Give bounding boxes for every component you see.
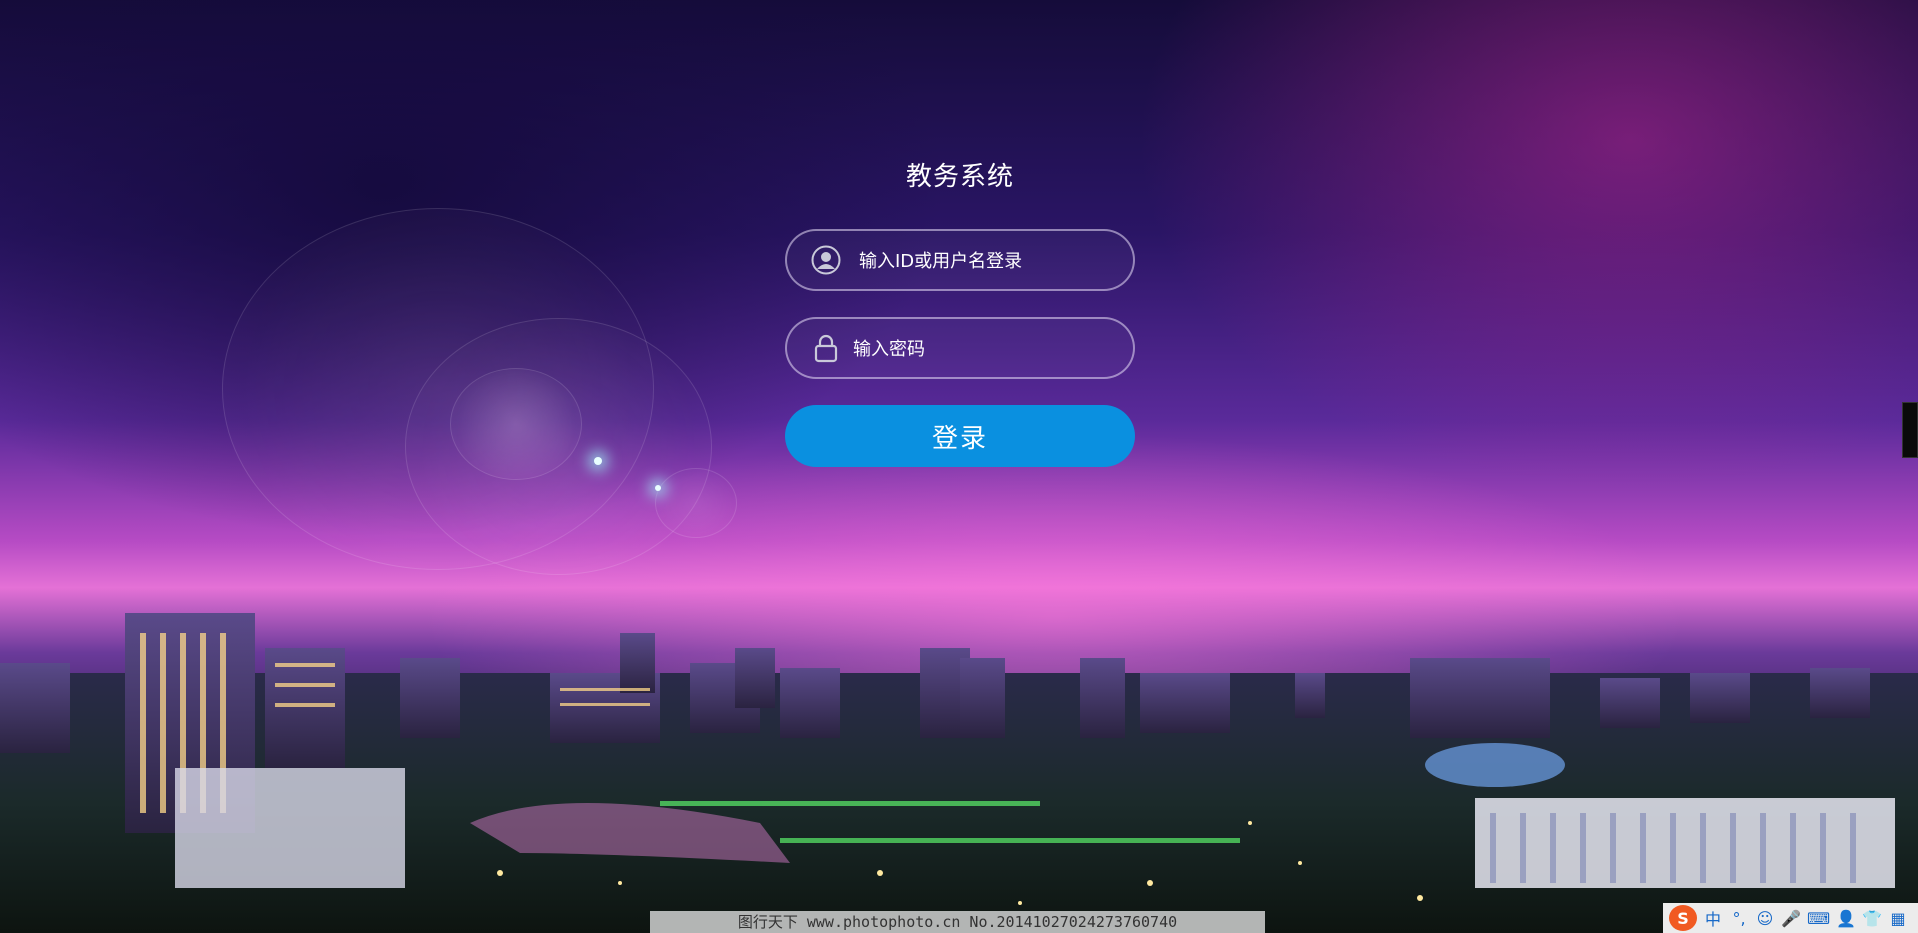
lock-icon	[814, 334, 838, 363]
username-input[interactable]	[857, 231, 1121, 291]
page-title: 教务系统	[905, 162, 1014, 192]
user-icon	[811, 245, 841, 275]
ime-toolbar: S 中 °, ☺ 🎤 ⌨ 👤 👕 ▦	[1663, 903, 1918, 933]
user-icon[interactable]: 👤	[1836, 907, 1856, 929]
city-skyline-background	[0, 553, 1918, 933]
password-input[interactable]	[851, 319, 1115, 379]
ime-logo-icon[interactable]: S	[1669, 905, 1697, 931]
ime-mode-toggle[interactable]: 中	[1703, 907, 1723, 929]
light-spark	[655, 485, 661, 491]
lens-flare	[655, 468, 737, 538]
skin-icon[interactable]: 👕	[1862, 907, 1882, 929]
login-button[interactable]: 登录	[785, 405, 1135, 467]
watermark-text: 图行天下 www.photophoto.cn No.20141027024273…	[650, 911, 1265, 933]
password-field[interactable]	[785, 317, 1135, 379]
keyboard-icon[interactable]: ⌨	[1807, 907, 1830, 929]
side-widget[interactable]	[1902, 402, 1918, 458]
emoji-icon[interactable]: ☺	[1755, 907, 1775, 929]
microphone-icon[interactable]: 🎤	[1781, 907, 1801, 929]
login-form: 教务系统 登录	[785, 156, 1135, 467]
ime-punctuation-toggle[interactable]: °,	[1729, 907, 1749, 929]
lens-flare	[450, 368, 582, 480]
login-page: 教务系统 登录 图行天下 www.photophoto.cn No.201410…	[0, 0, 1918, 933]
light-spark	[594, 457, 602, 465]
grid-icon[interactable]: ▦	[1888, 907, 1908, 929]
username-field[interactable]	[785, 229, 1135, 291]
